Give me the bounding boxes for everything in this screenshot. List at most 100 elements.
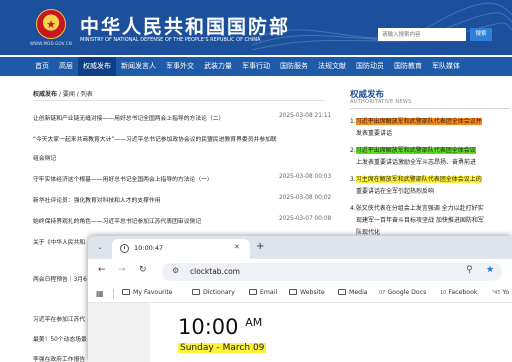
bookmarks-bar: ▦ My Favourite Dictionary Email Website … [88, 285, 512, 303]
apps-grid-icon[interactable]: ▦ [96, 289, 104, 298]
list-item[interactable]: 新华社评论员：强化教育对科技和人才的支撑作用 2025-03-08 00:02 [33, 195, 332, 205]
side-news-number: 1. [350, 118, 356, 125]
national-emblem-icon[interactable]: ★ [36, 9, 66, 39]
side-news-number: 2. [350, 147, 356, 154]
site-url-label: WWW.MOD.GOV.CN [30, 41, 72, 46]
nav-item-leaders[interactable]: 高层 [54, 57, 78, 76]
browser-window: ⌄ 10:00:47 ✕ + ← → ↻ ⚙ clocktab.com ⚲ ★ … [88, 236, 512, 362]
bookmark-folder-email[interactable]: Email [249, 289, 277, 296]
bookmark-folder-media[interactable]: Media [338, 289, 368, 296]
breadcrumb-rest[interactable]: / 要闻 / 列表 [59, 91, 93, 98]
nav-item-mobilization[interactable]: 国防动员 [351, 57, 389, 76]
article-date: 2025-03-07 00:08 [279, 216, 332, 222]
nav-item-diplomacy[interactable]: 军事外交 [161, 57, 199, 76]
bookmark-star-icon[interactable]: ★ [486, 265, 494, 275]
article-date: 2025-03-08 21:11 [279, 113, 332, 119]
bookmark-folder-my-favourite[interactable]: My Favourite [122, 289, 173, 296]
folder-icon [192, 289, 200, 295]
list-item[interactable]: 让创新链和产业链无缝对接——用好总书记全国两会上指导的方法论（二） 2025-0… [33, 113, 332, 123]
side-news-line[interactable]: 重要讲话在全军引起热烈反响 [356, 188, 434, 195]
list-item[interactable]: 组会侧记 [33, 153, 328, 163]
side-news-line[interactable]: 发表重要讲话 [356, 130, 392, 137]
reload-icon[interactable]: ↻ [139, 265, 147, 275]
new-tab-button[interactable]: + [256, 241, 264, 252]
nav-item-laws[interactable]: 法规文献 [313, 57, 351, 76]
side-news-item[interactable]: 3.习主席在解放军和武警部队代表团全体会议上的 重要讲话在全军引起热烈反响 [350, 174, 512, 198]
clock-date: Sunday - March 09 [178, 343, 267, 353]
article-title[interactable]: 最美！50个动态场景 [33, 334, 87, 343]
article-title[interactable]: “今天大家一起来共商教育大计”——习近平总书记参加政协会议的民盟民进教育界委员并… [33, 134, 277, 143]
bookmark-youtube[interactable]: ³45 Yo [492, 289, 509, 296]
article-title[interactable]: 两会日程预告｜3月6 [33, 274, 87, 283]
site-title-cn[interactable]: 中华人民共和国国防部 [80, 12, 290, 39]
nav-item-services[interactable]: 国防服务 [275, 57, 313, 76]
list-item[interactable]: 守牢实体经济这个根基——用好总书记全国两会上指导的方法论（一） 2025-03-… [33, 174, 332, 184]
browser-toolbar: ← → ↻ ⚙ clocktab.com ⚲ ★ [88, 259, 512, 285]
folder-icon [338, 289, 346, 295]
browser-tab-clocktab[interactable]: 10:00:47 ✕ [112, 239, 250, 259]
side-news-line[interactable]: 习近平出席解放军和武警部队代表团全体会议 [355, 147, 476, 154]
nav-item-media[interactable]: 军队媒体 [427, 57, 465, 76]
blurred-sidebar [88, 303, 150, 362]
bookmark-folder-dictionary[interactable]: Dictionary [192, 289, 235, 296]
site-header: ★ WWW.MOD.GOV.CN 中华人民共和国国防部 MINISTRY OF … [0, 0, 512, 55]
article-title[interactable]: 组会侧记 [33, 153, 56, 162]
clock-time: 10:00 AM [178, 315, 263, 339]
search-input[interactable] [378, 28, 466, 41]
site-info-icon[interactable]: ⚙ [172, 266, 179, 275]
folder-icon [249, 289, 257, 295]
nav-item-spokesperson[interactable]: 新闻发言人 [116, 57, 161, 76]
article-date: 2025-03-08 00:03 [279, 174, 332, 180]
side-news-item[interactable]: 4.张又侠代表在分组会上发言强调 全力以赴打好实 现建军一百年奋斗目标攻坚战 加… [350, 203, 512, 239]
article-title[interactable]: 让创新链和产业链无缝对接——用好总书记全国两会上指导的方法论（二） [33, 113, 224, 122]
bookmark-folder-website[interactable]: Website [289, 289, 325, 296]
side-news-line[interactable]: 习近平出席解放军和武警部队代表团全体会议并 [355, 118, 482, 125]
side-news-item[interactable]: 1.习近平出席解放军和武警部队代表团全体会议并 发表重要讲话 [350, 116, 512, 140]
clocktab-page: 10:00 AM Sunday - March 09 [88, 303, 512, 362]
side-news-line[interactable]: 张又侠代表在分组会上发言强调 全力以赴打好实 [356, 205, 484, 212]
folder-icon [122, 289, 130, 295]
address-bar[interactable]: ⚙ clocktab.com ⚲ ★ [162, 263, 502, 281]
article-title[interactable]: 关于《中华人民共和 [33, 237, 85, 246]
zoom-magnifier-icon[interactable]: ⚲ [466, 265, 473, 275]
site-title-en: MINISTRY OF NATIONAL DEFENSE OF THE PEOP… [80, 37, 261, 43]
divider [350, 108, 510, 109]
nav-item-operations[interactable]: 军事行动 [237, 57, 275, 76]
side-news-line[interactable]: 习主席在解放军和武警部队代表团全体会议上的 [355, 176, 482, 183]
folder-icon [289, 289, 297, 295]
main-nav: 首页 高层 权威发布 新闻发言人 军事外交 武装力量 军事行动 国防服务 法规文… [0, 57, 512, 76]
article-title[interactable]: 始终保持界观扎的角色——习近平总书记参加江苏代表团审议侧记 [33, 216, 201, 225]
side-section-subtitle: AUTHORITATIVE NEWS [350, 99, 412, 105]
forward-arrow-icon[interactable]: → [118, 265, 126, 275]
address-url[interactable]: clocktab.com [190, 267, 240, 276]
article-title[interactable]: 习近平在参加江苏代 [33, 314, 85, 323]
nav-item-education[interactable]: 国防教育 [389, 57, 427, 76]
breadcrumb-current[interactable]: 权威发布 [33, 91, 57, 98]
article-title[interactable]: 李强在政府工作报告 [33, 354, 85, 362]
divider [33, 100, 325, 101]
nav-item-home[interactable]: 首页 [30, 57, 54, 76]
breadcrumb: 权威发布 / 要闻 / 列表 [33, 89, 93, 98]
back-arrow-icon[interactable]: ← [98, 265, 106, 275]
bookmark-google-docs[interactable]: 07 Google Docs [379, 289, 426, 296]
side-news-item[interactable]: 2.习近平出席解放军和武警部队代表团全体会议 上发表重要讲话激励全军斗志昂扬、奋… [350, 145, 512, 169]
list-item[interactable]: 始终保持界观扎的角色——习近平总书记参加江苏代表团审议侧记 2025-03-07… [33, 216, 332, 226]
side-news-line[interactable]: 队现代化 [356, 229, 380, 236]
tab-strip: ⌄ 10:00:47 ✕ + [88, 236, 512, 259]
search-button[interactable]: 搜索 [470, 28, 492, 41]
bookmark-facebook[interactable]: 10 Facebook [440, 289, 477, 296]
nav-item-armed-forces[interactable]: 武装力量 [199, 57, 237, 76]
article-title[interactable]: 守牢实体经济这个根基——用好总书记全国两会上指导的方法论（一） [33, 174, 213, 183]
side-news-line[interactable]: 现建军一百年奋斗目标攻坚战 加快推进国防和军 [356, 217, 484, 224]
nav-item-authoritative[interactable]: 权威发布 [78, 57, 116, 76]
tab-search-chevron-icon[interactable]: ⌄ [94, 242, 106, 254]
close-tab-icon[interactable]: ✕ [234, 243, 240, 251]
article-date: 2025-03-08 00:02 [279, 195, 332, 201]
side-news-number: 3. [350, 176, 356, 183]
article-title[interactable]: 新华社评论员：强化教育对科技和人才的支撑作用 [33, 195, 161, 204]
clock-favicon-icon [120, 244, 129, 253]
divider [113, 289, 114, 299]
side-news-line[interactable]: 上发表重要讲话激励全军斗志昂扬、奋勇前进 [356, 159, 476, 166]
list-item[interactable]: “今天大家一起来共商教育大计”——习近平总书记参加政协会议的民盟民进教育界委员并… [33, 134, 328, 144]
tab-title: 10:00:47 [134, 244, 164, 252]
